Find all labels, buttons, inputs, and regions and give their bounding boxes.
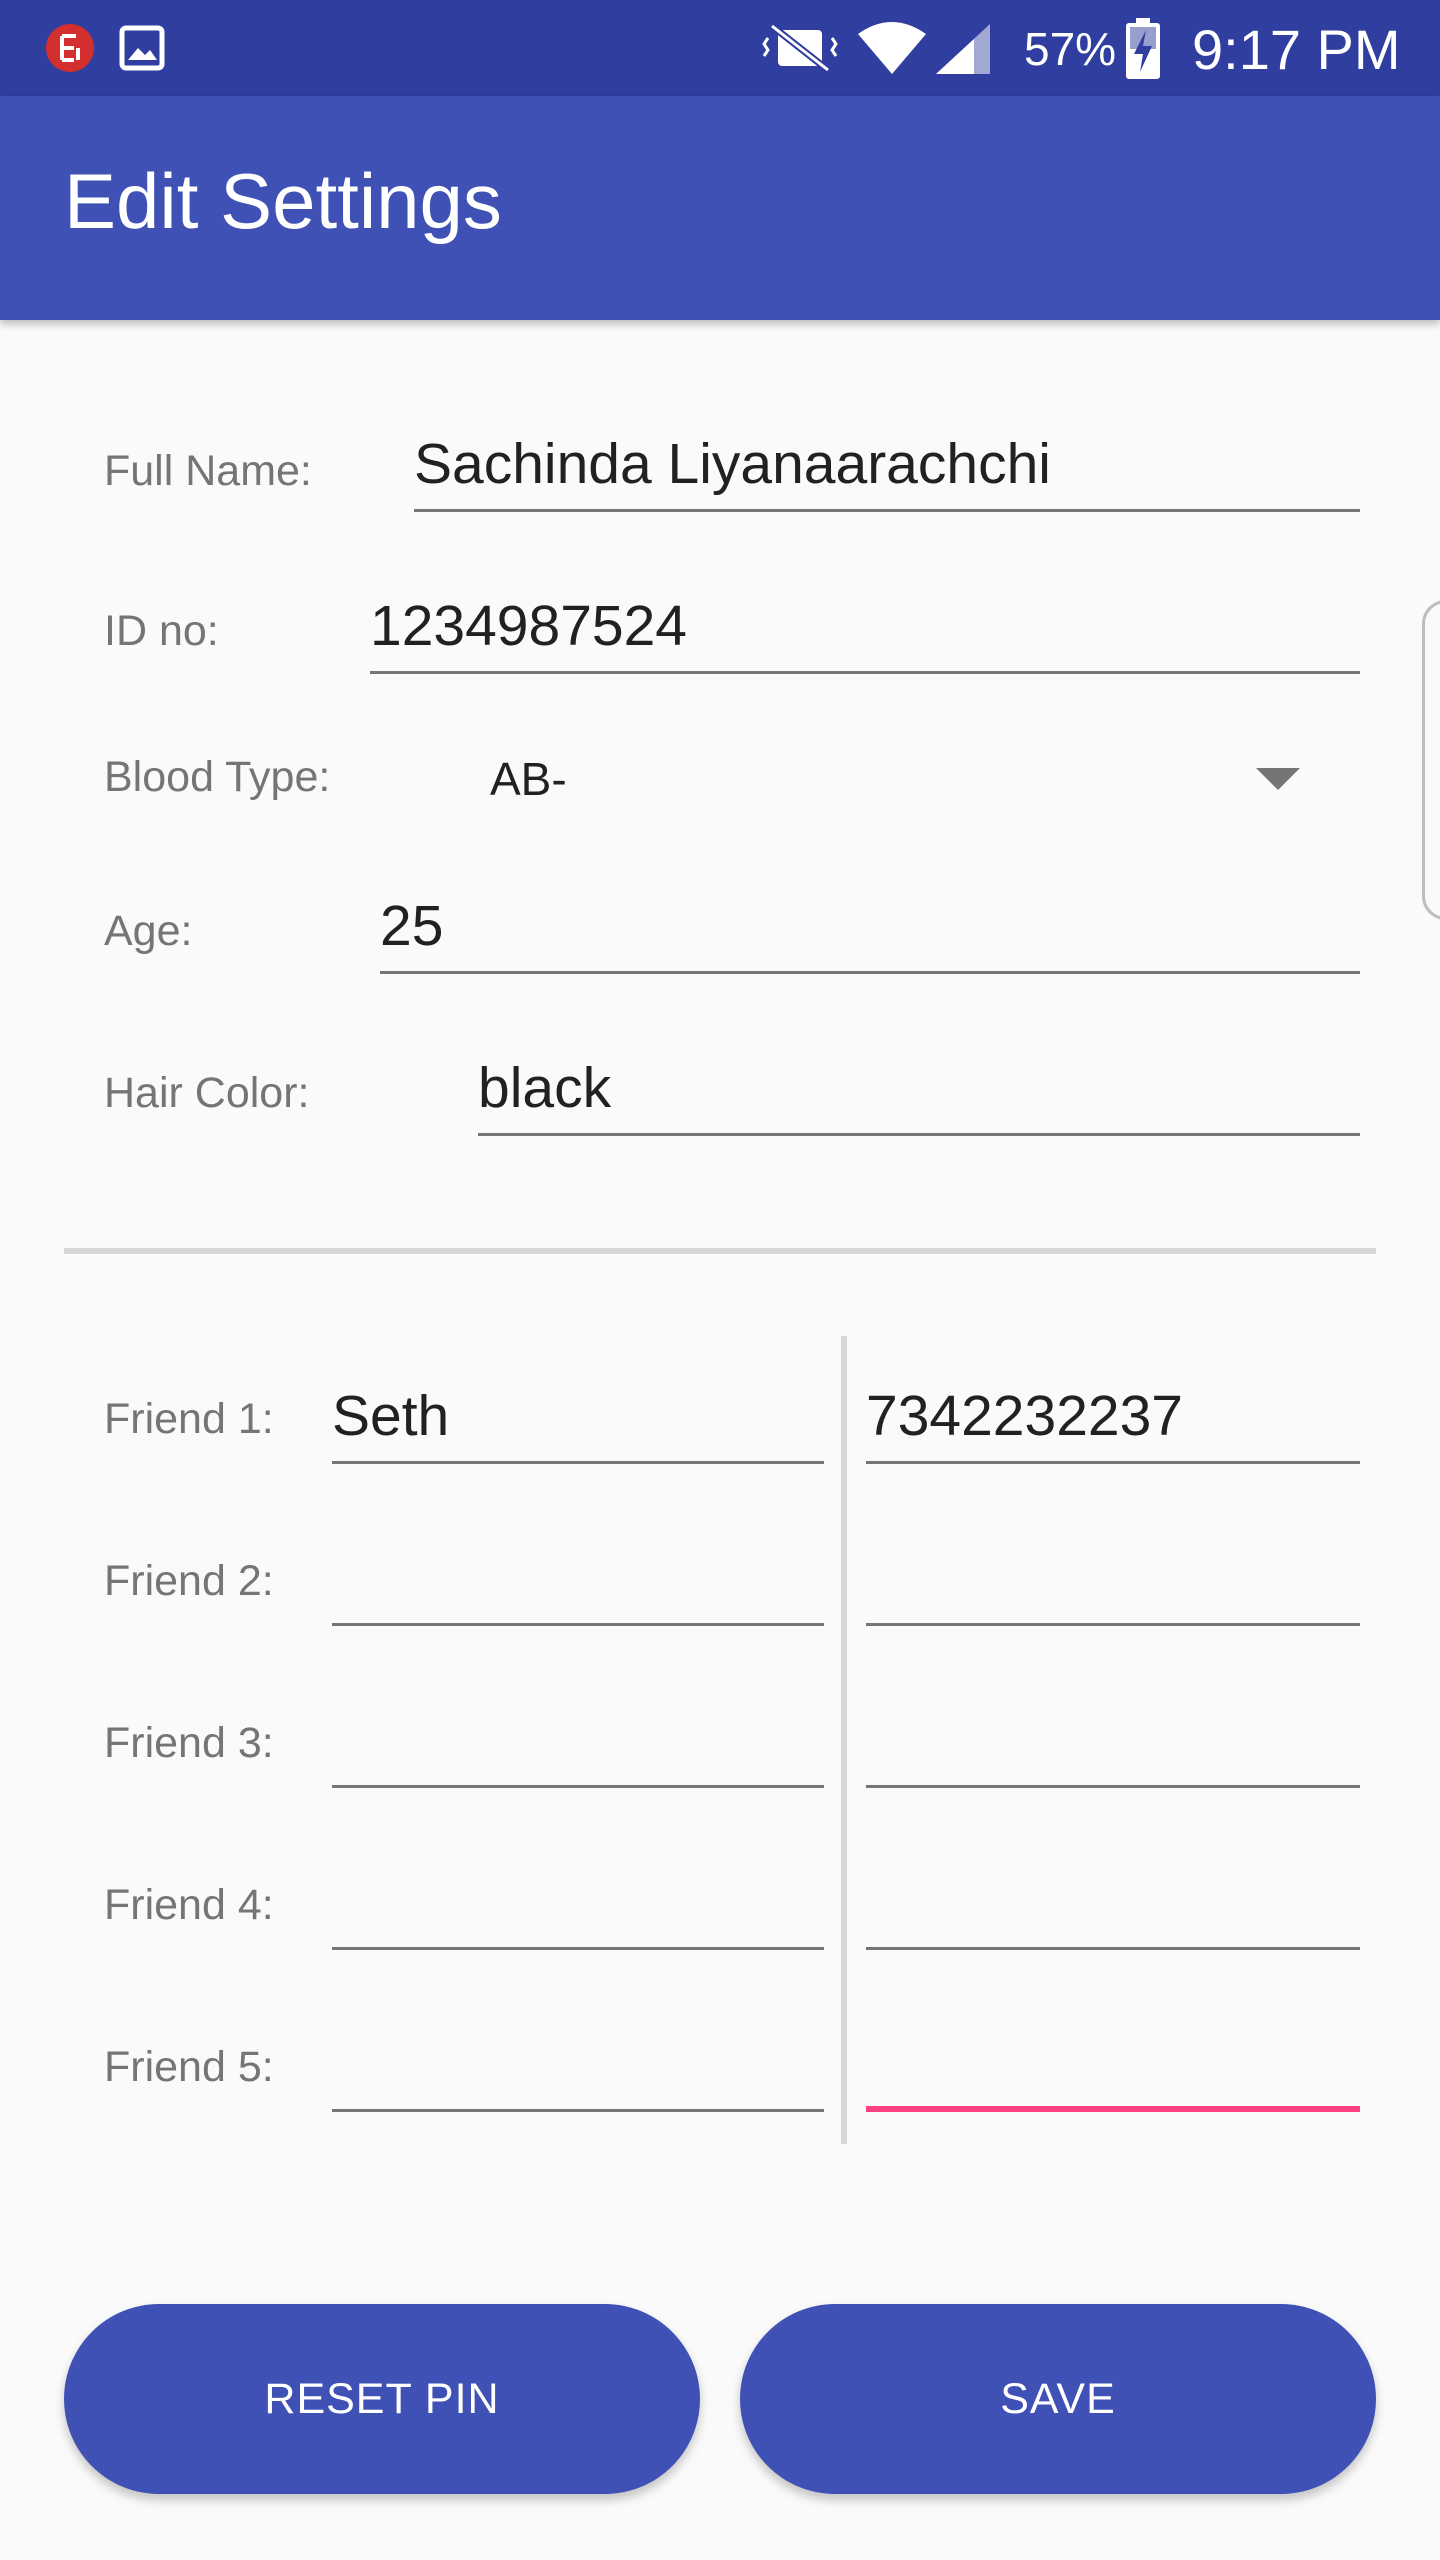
status-bar: 57% 9:17 PM — [0, 0, 1440, 96]
section-divider — [64, 1248, 1376, 1254]
friend-3-label: Friend 3: — [104, 1719, 274, 1767]
app-bar: Edit Settings — [0, 96, 1440, 320]
friend-4-phone-input[interactable] — [866, 1860, 1360, 1950]
friend-5-label: Friend 5: — [104, 2043, 274, 2091]
friend-1-phone-input[interactable]: 7342232237 — [866, 1374, 1360, 1464]
edge-scroll-handle[interactable] — [1422, 600, 1440, 920]
id-no-label: ID no: — [104, 607, 219, 655]
friend-1-name-input[interactable]: Seth — [332, 1374, 824, 1464]
dropdown-arrow-icon — [1256, 768, 1300, 790]
friend-4-name-input[interactable] — [332, 1860, 824, 1950]
friend-5-phone-input[interactable] — [866, 2022, 1360, 2112]
image-icon — [118, 24, 166, 72]
friend-3-phone-input[interactable] — [866, 1698, 1360, 1788]
friend-5-name-input[interactable] — [332, 2022, 824, 2112]
battery-percent: 57% — [1024, 23, 1117, 75]
clock: 9:17 PM — [1192, 18, 1401, 81]
hair-color-input[interactable]: black — [478, 1046, 1360, 1136]
age-label: Age: — [104, 907, 193, 955]
wifi-icon — [856, 20, 928, 76]
friend-2-label: Friend 2: — [104, 1557, 274, 1605]
friend-1-label: Friend 1: — [104, 1395, 274, 1443]
save-button[interactable]: SAVE — [740, 2304, 1376, 2494]
age-input[interactable]: 25 — [380, 884, 1360, 974]
friend-2-phone-input[interactable] — [866, 1536, 1360, 1626]
notification-app-icon — [44, 22, 96, 74]
vibrate-icon — [762, 22, 838, 74]
full-name-label: Full Name: — [104, 447, 312, 495]
signal-icon — [934, 22, 992, 76]
reset-pin-button[interactable]: RESET PIN — [64, 2304, 700, 2494]
blood-type-value: AB- — [490, 753, 567, 805]
page-title: Edit Settings — [64, 157, 502, 245]
friend-3-name-input[interactable] — [332, 1698, 824, 1788]
hair-color-label: Hair Color: — [104, 1069, 310, 1117]
friend-4-label: Friend 4: — [104, 1881, 274, 1929]
full-name-input[interactable]: Sachinda Liyanaarachchi — [414, 422, 1360, 512]
column-divider — [841, 1336, 847, 2144]
blood-type-dropdown[interactable]: AB- — [470, 740, 1320, 820]
friend-2-name-input[interactable] — [332, 1536, 824, 1626]
blood-type-label: Blood Type: — [104, 753, 331, 801]
battery-charging-icon — [1124, 18, 1162, 80]
id-no-input[interactable]: 1234987524 — [370, 584, 1360, 674]
